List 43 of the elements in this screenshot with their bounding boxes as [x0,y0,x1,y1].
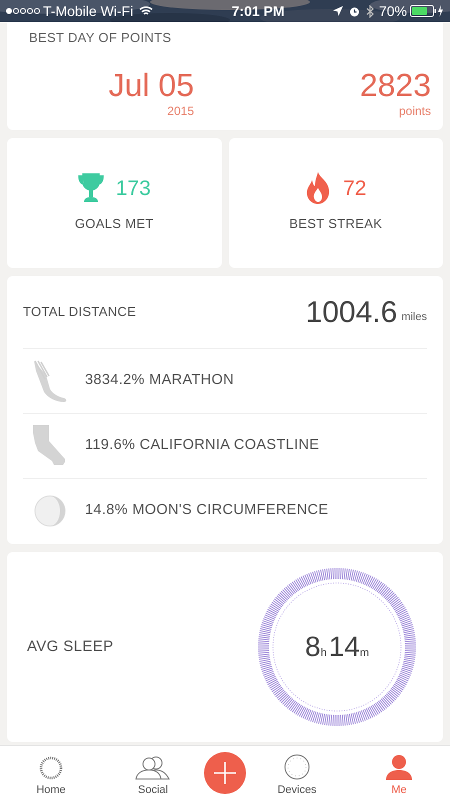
winged-shoe-icon [32,359,68,403]
card-title: BEST DAY OF POINTS [29,29,172,47]
alarm-clock-icon [348,6,360,16]
distance-comparison: 3834.2% MARATHON [85,371,234,390]
watch-face-icon [284,754,310,780]
location-arrow-icon [332,6,343,16]
sleep-minutes: 14 [328,630,360,664]
person-icon [385,754,413,780]
stat-value: 173 [116,176,151,202]
hours-unit: h [320,646,327,661]
best-day-date: Jul 05 [108,68,194,102]
card-title: TOTAL DISTANCE [23,303,136,322]
bluetooth-icon [366,4,374,18]
moon-icon [34,495,66,527]
battery-charging-icon [410,5,444,17]
best-day-year: 2015 [167,102,194,120]
points-unit: points [398,102,431,120]
plus-icon [214,762,236,784]
battery-percent: 70% [378,2,407,20]
tab[interactable]: Social [102,748,204,798]
points-value: 2823 [360,68,431,102]
distance-comparison: 119.6% CALIFORNIA COASTLINE [85,436,320,456]
trophy-icon [78,173,104,204]
california-icon [32,425,68,467]
sleep-hours: 8 [304,630,321,664]
tab[interactable]: Home [0,748,102,798]
ring-icon [39,756,63,780]
stat-label: GOALS MET [74,215,154,233]
distance-comparison: 14.8% MOON'S CIRCUMFERENCE [85,501,328,520]
add-button[interactable] [204,752,246,794]
stat-label: BEST STREAK [289,215,382,234]
distance-value: 1004.6 [306,294,398,330]
card-title: AVG SLEEP [27,636,114,657]
tab[interactable]: Devices [246,748,348,798]
signal-dots-icon [6,8,40,14]
clock-time: 7:01 PM [230,2,285,20]
stat-value: 72 [343,176,366,202]
distance-unit: miles [401,310,427,325]
flame-icon [305,172,332,204]
minutes-unit: m [360,646,370,661]
wifi-icon [139,6,154,16]
people-icon [135,756,171,780]
carrier-name: T-Mobile Wi-Fi [43,2,134,20]
